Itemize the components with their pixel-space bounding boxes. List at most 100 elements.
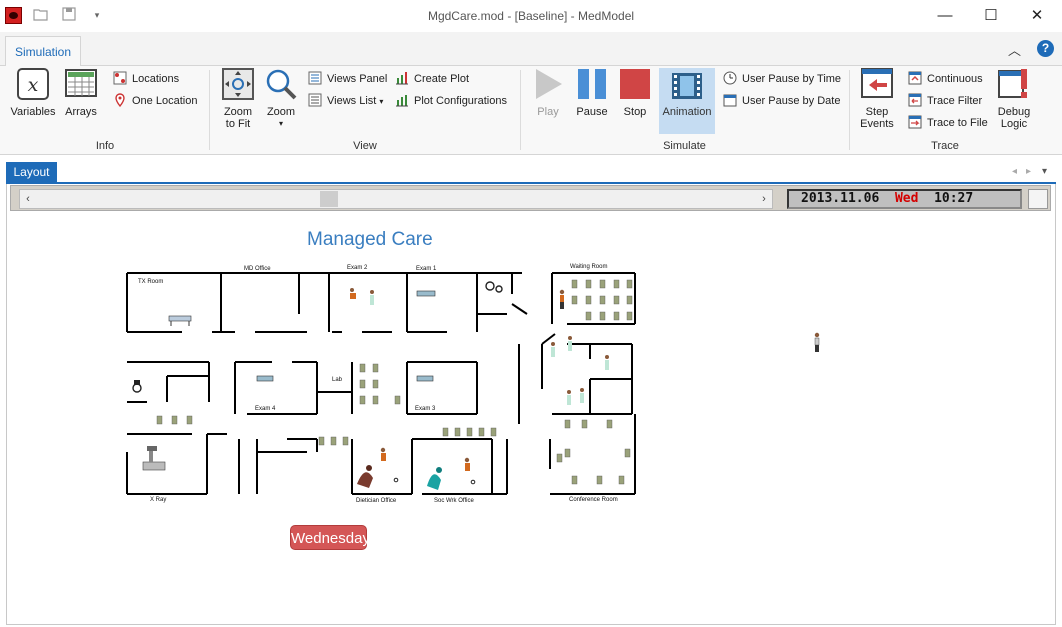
window-title: MgdCare.mod - [Baseline] - MedModel [427, 9, 635, 23]
tab-simulation[interactable]: Simulation [5, 36, 81, 67]
views-panel-icon [308, 71, 322, 85]
ribbon-separator [849, 70, 850, 150]
magnifier-icon [264, 68, 298, 103]
one-location-button[interactable]: One Location [113, 92, 197, 110]
info-group-label: Info [95, 140, 115, 152]
location-pin-icon [113, 93, 127, 108]
exam-bed-icon [256, 290, 436, 382]
views-list-icon [308, 93, 322, 107]
person-icon [551, 342, 555, 357]
user-pause-by-time-label: User Pause by Time [742, 73, 842, 85]
room-label-waiting-room: Waiting Room [570, 264, 607, 270]
help-icon[interactable]: ? [1037, 40, 1054, 57]
plot-configurations-icon [395, 93, 409, 107]
tab-scroll-left-icon[interactable]: ◂ [1012, 166, 1017, 177]
room-label-exam2: Exam 2 [347, 265, 368, 271]
user-pause-by-date-button[interactable]: User Pause by Date [723, 92, 840, 110]
views-panel-label: Views Panel [327, 73, 388, 85]
layout-document: Layout ◂ ▸ ▾ ‹ › 2013.11.06 Wed 10:27 Ma… [6, 160, 1056, 627]
waiting-chairs [156, 279, 633, 485]
zoom-button[interactable]: Zoom ▾ [264, 68, 298, 130]
ribbon-separator [209, 70, 210, 150]
person-icon [427, 467, 442, 490]
debug-logic-label-line2: Logic [1000, 118, 1028, 130]
variables-button[interactable]: x Variables [10, 68, 56, 118]
stop-button[interactable]: Stop [617, 68, 653, 118]
trace-filter-button[interactable]: Trace Filter [908, 92, 982, 110]
variables-label: Variables [10, 106, 56, 118]
person-icon [370, 290, 374, 305]
views-list-button[interactable]: Views List ▾ [308, 92, 383, 110]
pause-label: Pause [576, 106, 608, 118]
views-list-dropdown-icon: ▾ [379, 97, 384, 106]
person-icon [559, 289, 565, 309]
create-plot-label: Create Plot [414, 73, 470, 85]
trace-filter-icon [908, 93, 922, 107]
step-events-button[interactable]: Step Events [856, 68, 898, 130]
close-button[interactable]: ✕ [1014, 0, 1060, 32]
exam-table-icon [168, 315, 192, 326]
continuous-button[interactable]: Continuous [908, 70, 983, 88]
debug-logic-label-line1: Debug [997, 106, 1031, 118]
tab-list-dropdown-icon[interactable]: ▾ [1042, 166, 1047, 177]
one-location-label: One Location [132, 95, 198, 107]
continuous-icon [908, 71, 922, 85]
continuous-label: Continuous [927, 73, 983, 85]
room-label-soc-wrk-office: Soc Wrk Office [434, 498, 474, 504]
create-plot-button[interactable]: Create Plot [395, 70, 469, 88]
simulate-group-label: Simulate [663, 140, 706, 152]
tab-scroll-right-icon[interactable]: ▸ [1026, 166, 1031, 177]
room-label-conference-room: Conference Room [569, 497, 618, 503]
room-label-exam4: Exam 4 [255, 406, 276, 412]
debug-logic-icon [994, 68, 1034, 103]
film-icon [659, 72, 715, 103]
view-group-label: View [353, 140, 377, 152]
arrays-label: Arrays [65, 106, 97, 118]
ribbon: x Variables Arrays Locations One Locatio… [0, 66, 1062, 155]
zoom-label: Zoom [266, 106, 296, 118]
animation-label: Animation [662, 106, 712, 118]
maximize-button[interactable]: ☐ [968, 0, 1014, 32]
plot-configurations-button[interactable]: Plot Configurations [395, 92, 507, 110]
pause-button[interactable]: Pause [574, 68, 610, 118]
zoom-dropdown-icon: ▾ [278, 119, 283, 128]
room-label-exam1: Exam 1 [416, 266, 437, 272]
user-pause-by-time-button[interactable]: User Pause by Time [723, 70, 841, 88]
minimize-button[interactable]: — [922, 0, 968, 32]
animation-button[interactable]: Animation [659, 68, 715, 134]
room-label-lab: Lab [332, 377, 343, 383]
trace-to-file-icon [908, 115, 922, 129]
svg-text:x: x [28, 74, 39, 96]
play-label: Play [537, 106, 559, 118]
person-icon [605, 355, 609, 370]
collapse-ribbon-icon[interactable]: ︿ [1008, 40, 1021, 59]
locations-button[interactable]: Locations [113, 70, 179, 88]
title-bar: ▾ MgdCare.mod - [Baseline] - MedModel — … [0, 0, 1062, 32]
arrays-button[interactable]: Arrays [62, 68, 100, 118]
trace-to-file-label: Trace to File [927, 117, 988, 129]
weekday-badge: Wednesday [290, 525, 370, 550]
layout-canvas[interactable]: ‹ › 2013.11.06 Wed 10:27 Managed Care TX… [6, 184, 1056, 625]
clock-icon [723, 71, 737, 85]
user-pause-by-date-label: User Pause by Date [742, 95, 841, 107]
room-label-dietician-office: Dietician Office [356, 498, 397, 504]
trace-to-file-button[interactable]: Trace to File [908, 114, 988, 132]
room-label-md-office: MD Office [244, 266, 271, 272]
floor-plan: TX Room MD Office Exam 2 Exam 1 Waiting … [126, 264, 820, 504]
calendar-icon [723, 93, 737, 107]
step-events-icon [856, 68, 898, 103]
locations-label: Locations [132, 73, 180, 85]
views-panel-button[interactable]: Views Panel [308, 70, 387, 88]
person-icon [464, 457, 470, 471]
person-icon [350, 288, 356, 299]
locations-icon [113, 71, 127, 85]
ribbon-tab-row: Simulation ︿ [0, 32, 1062, 67]
play-button[interactable]: Play [530, 68, 566, 118]
stop-label: Stop [623, 106, 647, 118]
zoom-to-fit-button[interactable]: Zoom to Fit [218, 68, 258, 130]
debug-logic-button[interactable]: Debug Logic [994, 68, 1034, 130]
zoom-to-fit-label-line1: Zoom [223, 106, 253, 118]
ribbon-separator [520, 70, 521, 150]
trace-group-label: Trace [931, 140, 959, 152]
tab-layout[interactable]: Layout [6, 162, 57, 182]
